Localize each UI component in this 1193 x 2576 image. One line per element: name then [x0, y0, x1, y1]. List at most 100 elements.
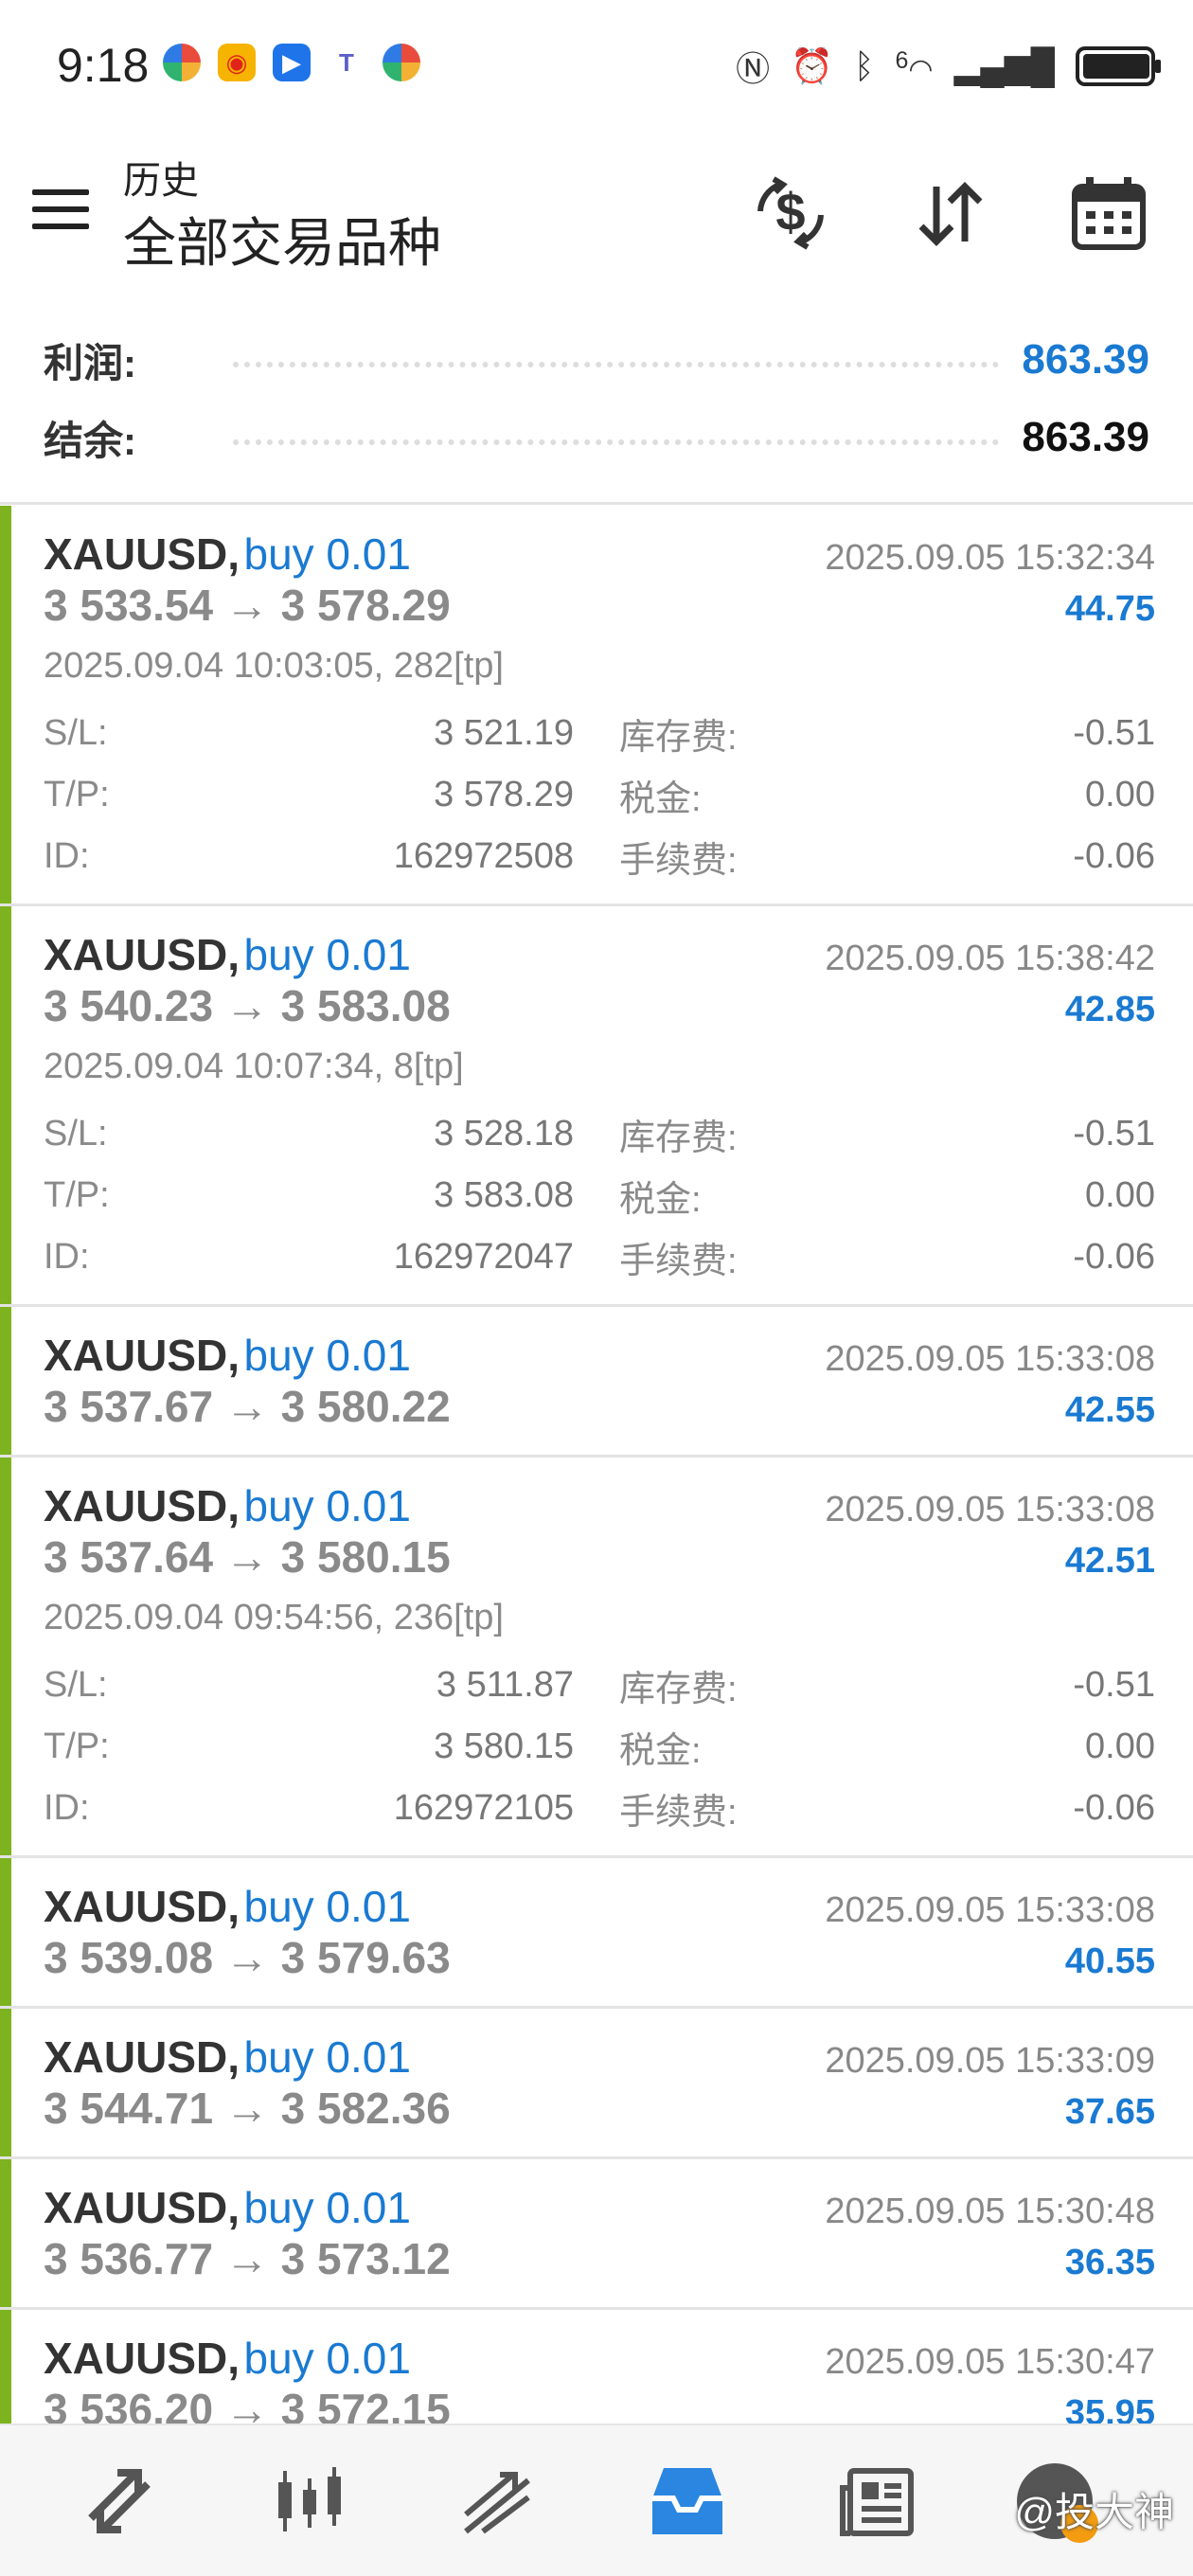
trade-prices-row: 3 536.20 → 3 572.15 35.95	[44, 2384, 1155, 2424]
swap-value: -0.51	[1073, 1665, 1155, 1705]
history-icon[interactable]	[640, 2454, 735, 2549]
fee-value: -0.06	[1073, 1237, 1155, 1277]
trade-symbol-side: XAUUSD, buy 0.01	[44, 1881, 411, 1932]
trade-prices: 3 537.64 → 3 580.15	[44, 1532, 451, 1582]
trade-row[interactable]: XAUUSD, buy 0.01 2025.09.05 15:30:47 3 5…	[0, 2310, 1193, 2424]
news-icon[interactable]	[829, 2454, 924, 2549]
profit-value: 863.39	[1022, 336, 1149, 383]
tp-value: 3 580.15	[434, 1726, 574, 1766]
trade-profit: 37.65	[1064, 2092, 1155, 2132]
trade-prices: 3 536.77 → 3 573.12	[44, 2234, 451, 2283]
detail-row-tp: T/P: 3 578.29 税金: 0.00	[44, 764, 1155, 826]
trade-profit: 42.85	[1064, 990, 1155, 1029]
sl-label: S/L:	[44, 1665, 108, 1705]
close-time: 2025.09.05 15:30:47	[825, 2342, 1155, 2382]
trade-symbol: XAUUSD,	[44, 2183, 240, 2232]
trade-symbol-side: XAUUSD, buy 0.01	[44, 2333, 411, 2384]
trade-prices-row: 3 533.54 → 3 578.29 44.75	[44, 580, 1155, 633]
trade-side: buy 0.01	[243, 2334, 411, 2383]
close-time: 2025.09.05 15:33:09	[825, 2041, 1155, 2081]
tp-value: 3 583.08	[434, 1175, 574, 1215]
chart-icon[interactable]	[261, 2454, 356, 2549]
open-info: 2025.09.04 10:03:05, 282[tp]	[44, 646, 504, 686]
hamburger-icon[interactable]	[32, 189, 89, 233]
summary-balance-row: 结余: 863.39	[44, 409, 1149, 466]
trade-symbol: XAUUSD,	[44, 1331, 240, 1380]
alarm-icon: ⏰	[791, 46, 833, 85]
currency-exchange-icon[interactable]: $	[748, 170, 833, 256]
trade-prices-row: 3 544.71 → 3 582.36 37.65	[44, 2083, 1155, 2136]
trade-prices-row: 3 536.77 → 3 573.12 36.35	[44, 2233, 1155, 2286]
trade-header: XAUUSD, buy 0.01 2025.09.05 15:33:08	[44, 1480, 1155, 1531]
detail-row-sl: S/L: 3 511.87 库存费: -0.51	[44, 1655, 1155, 1716]
trade-row[interactable]: XAUUSD, buy 0.01 2025.09.05 15:30:48 3 5…	[0, 2159, 1193, 2310]
swap-value: -0.51	[1073, 713, 1155, 753]
trade-row[interactable]: XAUUSD, buy 0.01 2025.09.05 15:33:09 3 5…	[0, 2009, 1193, 2159]
swap-value: -0.51	[1073, 1114, 1155, 1154]
trade-row[interactable]: XAUUSD, buy 0.01 2025.09.05 15:33:08 3 5…	[0, 1458, 1193, 1858]
balance-label: 结余:	[44, 418, 136, 463]
trade-symbol: XAUUSD,	[44, 930, 240, 979]
app-notification-icon	[163, 44, 201, 81]
divider	[0, 502, 1193, 505]
trade-prices: 3 533.54 → 3 578.29	[44, 581, 451, 630]
trade-history-list[interactable]: XAUUSD, buy 0.01 2025.09.05 15:32:34 3 5…	[0, 506, 1193, 2424]
trade-icon[interactable]	[451, 2454, 545, 2549]
trade-row[interactable]: XAUUSD, buy 0.01 2025.09.05 15:33:08 3 5…	[0, 1307, 1193, 1458]
detail-row-tp: T/P: 3 583.08 税金: 0.00	[44, 1165, 1155, 1226]
trade-header: XAUUSD, buy 0.01 2025.09.05 15:33:08	[44, 1881, 1155, 1932]
tp-value: 3 578.29	[434, 775, 574, 814]
app-notification-icon	[383, 44, 420, 81]
trade-symbol-side: XAUUSD, buy 0.01	[44, 929, 411, 980]
close-time: 2025.09.05 15:33:08	[825, 1890, 1155, 1930]
trade-row[interactable]: XAUUSD, buy 0.01 2025.09.05 15:33:08 3 5…	[0, 1858, 1193, 2009]
detail-row-sl: S/L: 3 528.18 库存费: -0.51	[44, 1103, 1155, 1165]
detail-row-id: ID: 162972047 手续费: -0.06	[44, 1226, 1155, 1288]
trade-symbol-side: XAUUSD, buy 0.01	[44, 2031, 411, 2083]
sort-arrows-icon[interactable]	[907, 170, 992, 256]
nfc-icon: Ⓝ	[736, 49, 771, 88]
quotes-icon[interactable]	[72, 2454, 167, 2549]
app-bar: 历史 全部交易品种 $	[0, 142, 1193, 284]
trade-symbol: XAUUSD,	[44, 2032, 240, 2082]
trade-prices: 3 540.23 → 3 583.08	[44, 981, 451, 1030]
trade-side: buy 0.01	[243, 2183, 411, 2232]
fee-label: 手续费:	[619, 841, 738, 881]
trade-side: buy 0.01	[243, 1331, 411, 1380]
trade-prices: 3 537.67 → 3 580.22	[44, 1382, 451, 1431]
trade-symbol: XAUUSD,	[44, 1481, 240, 1530]
tp-label: T/P:	[44, 775, 110, 814]
wifi-icon: 6◠	[895, 46, 934, 85]
fee-value: -0.06	[1073, 836, 1155, 876]
trade-prices-row: 3 537.67 → 3 580.22 42.55	[44, 1381, 1155, 1434]
page-title[interactable]: 全部交易品种	[123, 201, 441, 277]
detail-row-sl: S/L: 3 521.19 库存费: -0.51	[44, 703, 1155, 764]
tax-value: 0.00	[1085, 775, 1155, 814]
bottom-navigation: @投大神	[0, 2424, 1193, 2576]
trade-symbol: XAUUSD,	[44, 529, 240, 579]
summary-profit-row: 利润: 863.39	[44, 331, 1149, 388]
trade-prices: 3 539.08 → 3 579.63	[44, 1933, 451, 1982]
bookmark-app-icon: ▶	[273, 44, 311, 81]
trade-header: XAUUSD, buy 0.01 2025.09.05 15:38:42	[44, 929, 1155, 980]
close-time: 2025.09.05 15:33:08	[825, 1339, 1155, 1379]
trade-row[interactable]: XAUUSD, buy 0.01 2025.09.05 15:38:42 3 5…	[0, 906, 1193, 1307]
tax-value: 0.00	[1085, 1175, 1155, 1215]
detail-row-id: ID: 162972508 手续费: -0.06	[44, 826, 1155, 887]
notification-icons: ◉ ▶ T	[163, 44, 420, 81]
trade-header: XAUUSD, buy 0.01 2025.09.05 15:33:09	[44, 2031, 1155, 2083]
fee-label: 手续费:	[619, 1793, 738, 1833]
close-time: 2025.09.05 15:33:08	[825, 1490, 1155, 1530]
trade-row[interactable]: XAUUSD, buy 0.01 2025.09.05 15:32:34 3 5…	[0, 506, 1193, 906]
open-info: 2025.09.04 10:07:34, 8[tp]	[44, 1046, 464, 1086]
trade-side: buy 0.01	[243, 1882, 411, 1931]
trade-header: XAUUSD, buy 0.01 2025.09.05 15:30:48	[44, 2182, 1155, 2233]
trade-prices-row: 3 539.08 → 3 579.63 40.55	[44, 1932, 1155, 1985]
trade-symbol-side: XAUUSD, buy 0.01	[44, 528, 411, 580]
close-time: 2025.09.05 15:32:34	[825, 538, 1155, 578]
swap-label: 库存费:	[619, 718, 738, 758]
sl-label: S/L:	[44, 713, 108, 753]
calendar-icon[interactable]	[1066, 170, 1151, 256]
trade-profit: 36.35	[1064, 2243, 1155, 2282]
trade-profit: 44.75	[1064, 589, 1155, 629]
